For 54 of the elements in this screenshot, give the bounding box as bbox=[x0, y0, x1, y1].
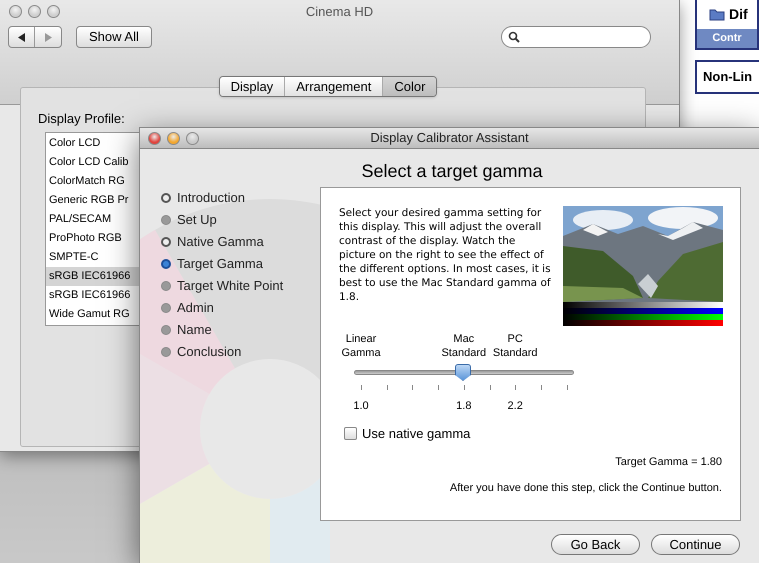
list-item[interactable]: sRGB IEC61966 bbox=[46, 266, 139, 286]
slider-thumb[interactable] bbox=[455, 364, 471, 381]
window-title: Display Calibrator Assistant bbox=[370, 129, 529, 148]
gamma-readout: Target Gamma = 1.80 bbox=[615, 454, 722, 470]
close-button[interactable] bbox=[9, 5, 22, 18]
label-box: Non-Lin bbox=[695, 60, 759, 94]
forward-arrow-icon bbox=[44, 32, 52, 42]
step-label: Introduction bbox=[177, 188, 245, 207]
field-label: Display Profile: bbox=[38, 111, 125, 126]
back-arrow-icon bbox=[18, 32, 26, 42]
section-header: Contr bbox=[697, 29, 757, 48]
step-label: Native Gamma bbox=[177, 232, 264, 251]
slider-caption: Mac Standard bbox=[441, 332, 486, 360]
search-field[interactable] bbox=[501, 26, 651, 48]
show-all-button[interactable]: Show All bbox=[76, 26, 152, 48]
folder-icon bbox=[709, 8, 725, 21]
step-label: Target Gamma bbox=[177, 254, 263, 273]
slider-caption: PC Standard bbox=[492, 332, 538, 360]
close-button[interactable] bbox=[148, 132, 161, 145]
tick-label: 2.2 bbox=[508, 399, 523, 414]
tab[interactable]: Arrangement bbox=[285, 77, 384, 96]
list-item[interactable]: sRGB IEC61966 bbox=[46, 286, 139, 304]
zoom-button[interactable] bbox=[47, 5, 60, 18]
tick-label: 1.8 bbox=[456, 399, 472, 414]
checkbox[interactable] bbox=[344, 427, 357, 440]
tab[interactable]: Display bbox=[220, 77, 286, 96]
list-item[interactable]: PAL/SECAM bbox=[46, 210, 139, 228]
list-item[interactable]: ProPhoto RGB bbox=[46, 228, 139, 248]
step-label: Target White Point bbox=[177, 276, 284, 295]
step-label: Set Up bbox=[177, 210, 217, 229]
step-label: Admin bbox=[177, 298, 214, 317]
tick-label: 1.0 bbox=[353, 399, 369, 414]
list-item[interactable]: ColorMatch RG bbox=[46, 172, 139, 190]
hint-text: After you have done this step, click the Continue button. bbox=[450, 481, 722, 496]
list-item[interactable]: Color LCD bbox=[46, 134, 139, 152]
checkbox-label: Use native gamma bbox=[362, 425, 470, 443]
list-item[interactable]: SMPTE-C bbox=[46, 248, 139, 266]
list-item[interactable]: Color LCD Calib bbox=[46, 152, 139, 172]
wizard-button[interactable]: Continue bbox=[651, 534, 740, 555]
page-heading: Select a target gamma bbox=[361, 160, 543, 183]
tab[interactable]: Color bbox=[383, 77, 436, 96]
wizard-button[interactable]: Go Back bbox=[551, 534, 640, 555]
instructions: Select your desired gamma setting for this display. This will adjust the overall contrast of the display. Watch the picture on the right to see the effect of the different options. In most cases, it is best to use the Mac Standard gamma of 1.8. bbox=[339, 206, 552, 305]
list-item[interactable]: Generic RGB Pr bbox=[46, 190, 139, 210]
step-label: Conclusion bbox=[177, 342, 242, 361]
window-title: Cinema HD bbox=[306, 3, 374, 22]
tree-item[interactable]: Dif bbox=[729, 4, 748, 25]
zoom-button[interactable] bbox=[186, 132, 199, 145]
minimize-button[interactable] bbox=[28, 5, 41, 18]
minimize-button[interactable] bbox=[167, 132, 180, 145]
slider-caption: Linear Gamma bbox=[341, 332, 381, 360]
search-icon bbox=[508, 31, 520, 43]
list-item[interactable]: Wide Gamut RG bbox=[46, 304, 139, 324]
step-label: Name bbox=[177, 320, 212, 339]
